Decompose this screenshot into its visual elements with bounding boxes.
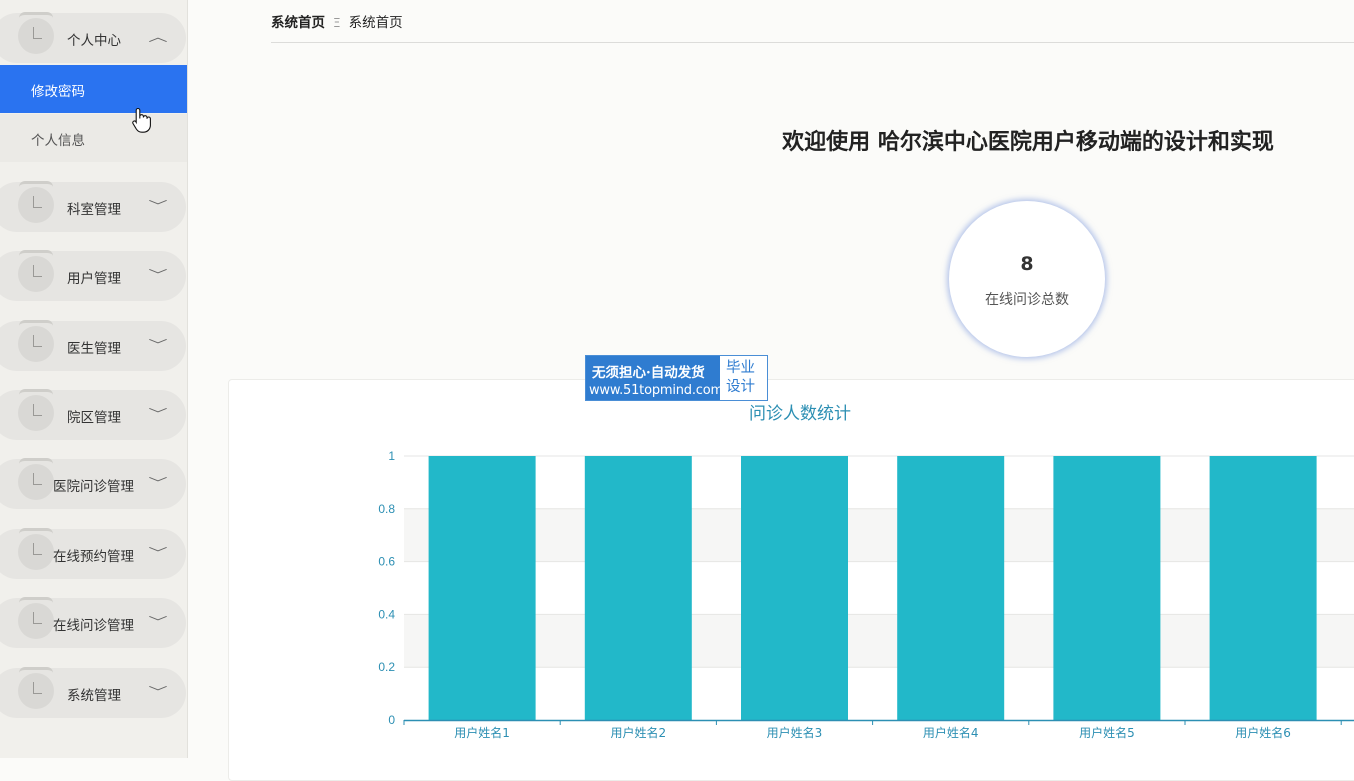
x-tick-label: 用户姓名5 [1079,725,1135,740]
watermark-url: www.51topmind.com [589,383,723,398]
x-tick-label: 用户姓名3 [767,725,823,740]
x-tick-label: 用户姓名4 [923,725,979,740]
watermark-right-panel: 毕业 设计 [726,359,766,397]
bar [897,456,1005,720]
watermark-right-line2: 设计 [726,379,755,395]
y-tick-label: 0.8 [378,502,395,516]
x-tick-label: 用户姓名6 [1235,725,1291,740]
bar [428,456,536,720]
watermark-right-line1: 毕业 [726,360,755,376]
bar [1209,456,1317,720]
watermark-badge: 无须担心·自动发货 www.51topmind.com 毕业 设计 [585,355,768,401]
bar [1053,456,1161,720]
x-tick-label: 用户姓名1 [454,725,510,740]
bar [584,456,692,720]
y-tick-label: 0 [388,713,395,727]
bar [741,456,848,720]
x-tick-label: 用户姓名2 [610,725,666,740]
y-tick-label: 0.6 [378,555,395,569]
y-tick-label: 0.4 [378,607,395,621]
watermark-slogan: 无须担心·自动发货 [592,365,705,381]
y-tick-label: 0.2 [378,660,395,674]
y-tick-label: 1 [388,449,395,463]
watermark-left-panel: 无须担心·自动发货 www.51topmind.com [586,356,723,400]
chart-title: 问诊人数统计 [749,404,851,424]
